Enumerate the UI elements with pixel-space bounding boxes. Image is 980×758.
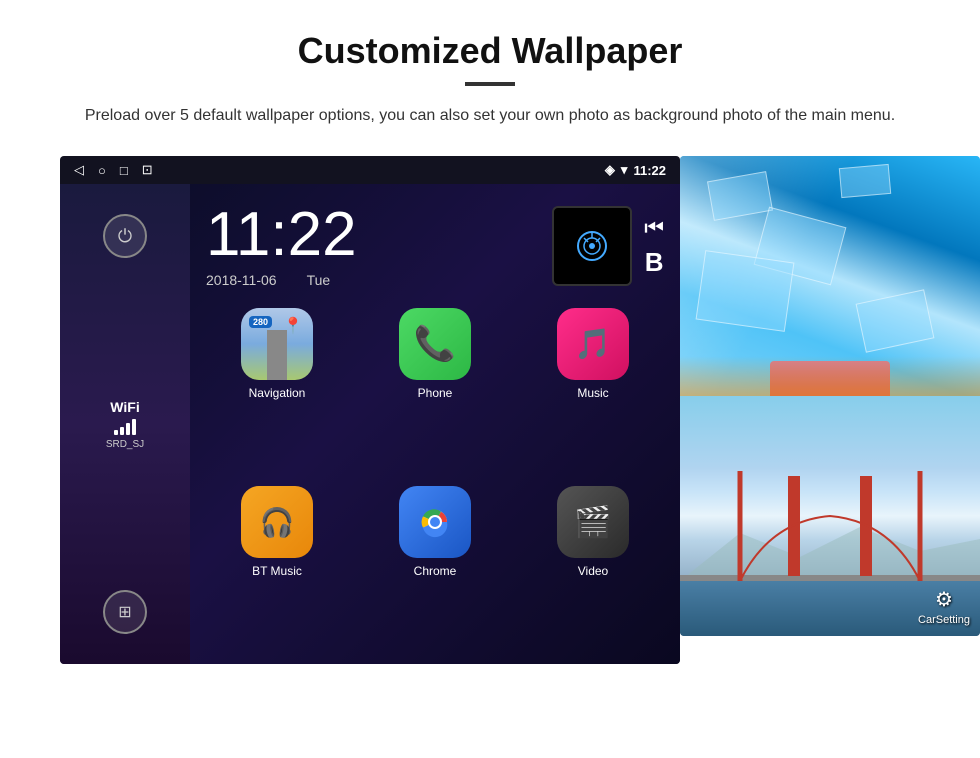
music-icon: 🎵 (557, 308, 629, 380)
ice-block-3 (839, 164, 891, 198)
nav-road (267, 330, 287, 380)
app-video[interactable]: 🎬 Video (522, 486, 664, 648)
square-icon[interactable]: □ (120, 163, 128, 178)
wifi-bars (106, 419, 144, 435)
page-container: Customized Wallpaper Preload over 5 defa… (0, 0, 980, 684)
btmusic-label: BT Music (252, 564, 302, 578)
next-letter: B (645, 247, 664, 278)
navigation-label: Navigation (249, 386, 306, 400)
location-icon: ◈ (605, 162, 615, 178)
page-title: Customized Wallpaper (60, 30, 920, 72)
bluetooth-symbol: 🎧 (260, 506, 295, 539)
music-label: Music (577, 386, 608, 400)
sidebar: ⏻ WiFi SRD_SJ ⊞ (60, 184, 190, 664)
clock-left: 11:22 2018-11-06 Tue (206, 204, 357, 288)
ice-block-1 (707, 171, 773, 221)
ice-block-5 (856, 289, 935, 352)
sunset-overlay (680, 356, 980, 396)
chrome-label: Chrome (414, 564, 457, 578)
clock-section: 11:22 2018-11-06 Tue (206, 204, 664, 288)
power-button[interactable]: ⏻ (103, 214, 147, 258)
wifi-ssid: SRD_SJ (106, 439, 144, 450)
grid-icon: ⊞ (118, 602, 131, 622)
status-bar: ◁ ○ □ ⊡ ◈ ▾ 11:22 (60, 156, 680, 184)
bridge-cables-svg (680, 471, 980, 581)
status-right: ◈ ▾ 11:22 (605, 162, 666, 178)
nav-pin-icon: 📍 (283, 316, 303, 336)
media-controls: ⏮ B (644, 215, 664, 278)
wallpaper-bottom[interactable]: ⚙ CarSetting (680, 396, 980, 636)
carsetting-text: CarSetting (918, 614, 970, 626)
carsetting-label[interactable]: ⚙ CarSetting (918, 587, 970, 626)
page-subtitle: Preload over 5 default wallpaper options… (60, 104, 920, 128)
app-navigation[interactable]: 280 📍 Navigation (206, 308, 348, 470)
wifi-label: WiFi (106, 399, 144, 415)
clock-right: ⏮ B (552, 206, 664, 286)
wifi-bar-1 (114, 430, 118, 435)
wallpaper-top[interactable] (680, 156, 980, 396)
wifi-info: WiFi SRD_SJ (106, 399, 144, 450)
status-left: ◁ ○ □ ⊡ (74, 162, 153, 178)
radio-icon[interactable] (552, 206, 632, 286)
app-btmusic[interactable]: 🎧 BT Music (206, 486, 348, 648)
carsetting-icon: ⚙ (918, 587, 970, 612)
phone-icon: 📞 (399, 308, 471, 380)
main-content: ◁ ○ □ ⊡ ◈ ▾ 11:22 ⏻ (60, 156, 920, 664)
back-icon[interactable]: ◁ (74, 162, 84, 178)
app-music[interactable]: 🎵 Music (522, 308, 664, 470)
music-symbol: 🎵 (574, 327, 611, 362)
clock-day-value: Tue (307, 272, 331, 288)
app-grid: 280 📍 Navigation 📞 Phone (206, 308, 664, 648)
video-symbol: 🎬 (574, 505, 611, 540)
navigation-icon: 280 📍 (241, 308, 313, 380)
clock-time: 11:22 (206, 204, 357, 266)
wifi-bar-4 (132, 419, 136, 435)
wallpaper-strip: ⚙ CarSetting (680, 156, 980, 636)
radio-svg (574, 228, 610, 264)
clock-date-value: 2018-11-06 (206, 272, 277, 288)
power-icon: ⏻ (118, 226, 132, 247)
status-time: 11:22 (633, 163, 666, 178)
wifi-bar-3 (126, 423, 130, 435)
ice-block-4 (696, 250, 795, 332)
center-area: 11:22 2018-11-06 Tue (190, 184, 680, 664)
app-chrome[interactable]: Chrome (364, 486, 506, 648)
wifi-bar-2 (120, 427, 124, 435)
title-divider (465, 82, 515, 86)
btmusic-icon: 🎧 (241, 486, 313, 558)
nav-badge: 280 (249, 316, 272, 328)
video-label: Video (578, 564, 608, 578)
prev-button[interactable]: ⏮ (644, 215, 664, 241)
android-screen: ◁ ○ □ ⊡ ◈ ▾ 11:22 ⏻ (60, 156, 680, 664)
video-icon: 🎬 (557, 486, 629, 558)
phone-label: Phone (418, 386, 453, 400)
chrome-icon (399, 486, 471, 558)
phone-symbol: 📞 (414, 324, 456, 364)
screen-body: ⏻ WiFi SRD_SJ ⊞ (60, 184, 680, 664)
clock-date: 2018-11-06 Tue (206, 272, 357, 288)
home-icon[interactable]: ○ (98, 163, 106, 178)
chrome-svg (413, 500, 457, 544)
signal-icon: ▾ (621, 162, 628, 178)
app-phone[interactable]: 📞 Phone (364, 308, 506, 470)
grid-button[interactable]: ⊞ (103, 590, 147, 634)
screenshot-icon[interactable]: ⊡ (142, 162, 153, 178)
